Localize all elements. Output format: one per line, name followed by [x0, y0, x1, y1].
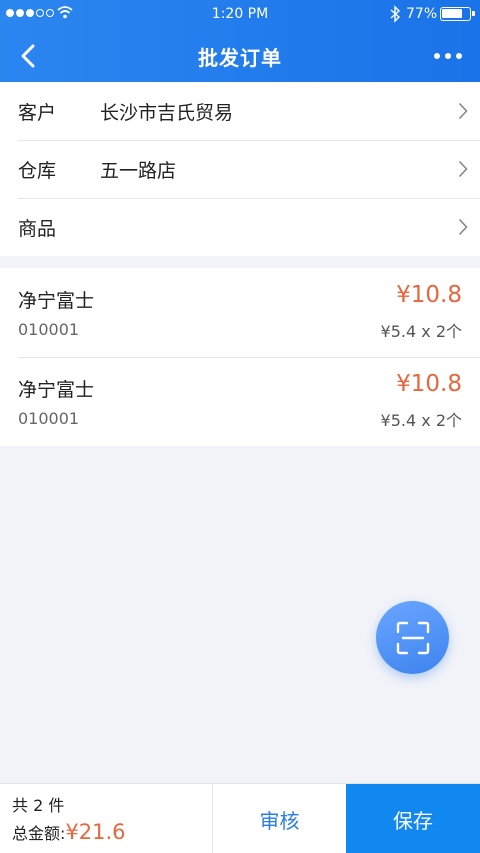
bottom-bar: 共 2 件 总金额:¥21.6 审核 保存 [0, 783, 480, 853]
customer-value: 长沙市吉氏贸易 [100, 101, 234, 124]
chevron-right-icon [458, 218, 468, 236]
item-name: 净宁富士 [18, 290, 95, 312]
item-quantity: ¥5.4 x 2个 [380, 322, 462, 341]
battery-icon [440, 7, 475, 21]
scan-button[interactable] [376, 601, 449, 674]
warehouse-value: 五一路店 [100, 159, 177, 182]
total-label: 总金额: [12, 824, 66, 843]
order-summary: 共 2 件 总金额:¥21.6 [12, 792, 126, 844]
audit-button[interactable]: 审核 [212, 784, 346, 853]
status-bar: 1:20 PM 77% [0, 0, 480, 30]
chevron-right-icon [458, 160, 468, 178]
chevron-right-icon [458, 102, 468, 120]
product-label: 商品 [18, 217, 57, 240]
more-button[interactable] [426, 38, 470, 74]
bluetooth-icon [390, 5, 401, 23]
more-dot [456, 53, 462, 59]
item-price: ¥10.8 [396, 371, 462, 397]
battery-percentage: 77% [406, 6, 438, 22]
scan-icon [396, 621, 429, 654]
app-header: 1:20 PM 77% 批发订单 [0, 0, 480, 82]
total-line: 总金额:¥21.6 [12, 820, 126, 844]
total-amount: ¥21.6 [65, 820, 126, 844]
list-item[interactable]: 净宁富士 010001 ¥10.8 ¥5.4 x 2个 [0, 268, 480, 357]
item-name: 净宁富士 [18, 379, 95, 401]
customer-label: 客户 [18, 101, 57, 124]
more-dot [445, 53, 451, 59]
product-list: 净宁富士 010001 ¥10.8 ¥5.4 x 2个 净宁富士 010001 … [0, 268, 480, 446]
product-row[interactable]: 商品 [0, 198, 480, 256]
item-price: ¥10.8 [396, 282, 462, 308]
save-button[interactable]: 保存 [346, 784, 480, 853]
more-dot [434, 53, 440, 59]
customer-row[interactable]: 客户 长沙市吉氏贸易 [0, 82, 480, 140]
item-code: 010001 [18, 409, 80, 428]
warehouse-label: 仓库 [18, 159, 57, 182]
list-item[interactable]: 净宁富士 010001 ¥10.8 ¥5.4 x 2个 [0, 357, 480, 446]
order-form: 客户 长沙市吉氏贸易 仓库 五一路店 商品 [0, 82, 480, 256]
nav-bar: 批发订单 [0, 30, 480, 82]
item-quantity: ¥5.4 x 2个 [380, 411, 462, 430]
warehouse-row[interactable]: 仓库 五一路店 [0, 140, 480, 198]
item-code: 010001 [18, 320, 80, 339]
item-count: 共 2 件 [12, 796, 65, 815]
page-title: 批发订单 [198, 46, 282, 70]
